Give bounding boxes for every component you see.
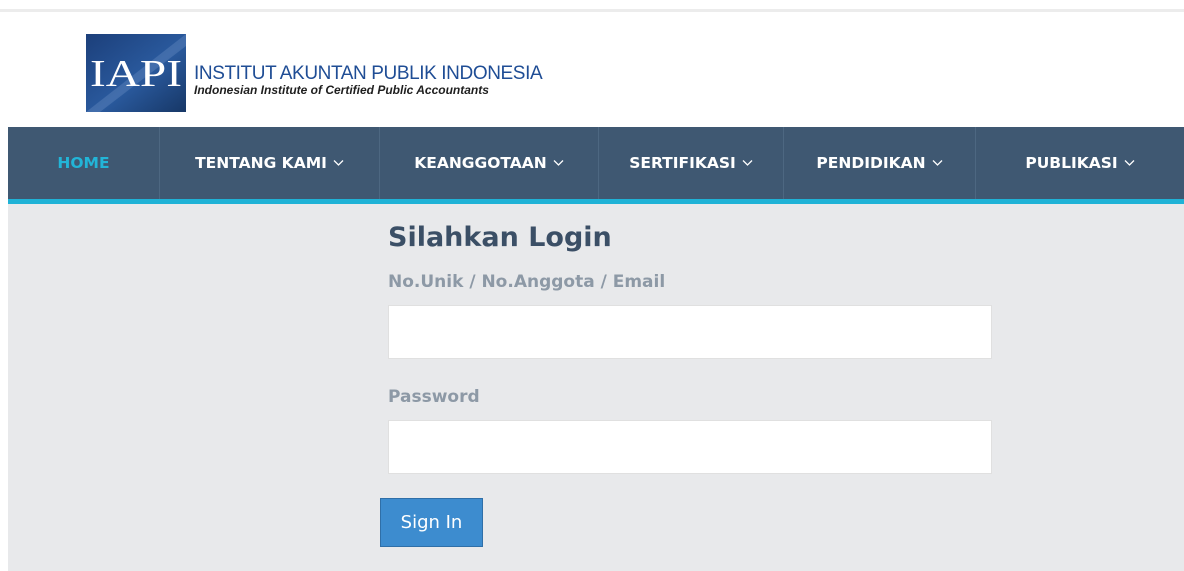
- chevron-down-icon: [932, 159, 943, 167]
- nav-item-home[interactable]: HOME: [8, 127, 160, 199]
- nav-item-label: HOME: [57, 154, 110, 172]
- nav-item-publikasi[interactable]: PUBLIKASI: [976, 127, 1184, 199]
- nav-item-sertifikasi[interactable]: SERTIFIKASI: [599, 127, 784, 199]
- nav-item-label: TENTANG KAMI: [195, 154, 327, 172]
- logo-title: INSTITUT AKUNTAN PUBLIK INDONESIA: [194, 62, 543, 84]
- sign-in-button[interactable]: Sign In: [380, 498, 483, 547]
- password-label: Password: [388, 387, 480, 407]
- iapi-emblem: IAPI: [86, 34, 186, 112]
- nav-item-tentang-kami[interactable]: TENTANG KAMI: [160, 127, 380, 199]
- site-logo[interactable]: IAPI INSTITUT AKUNTAN PUBLIK INDONESIA I…: [86, 34, 543, 112]
- nav-item-pendidikan[interactable]: PENDIDIKAN: [784, 127, 976, 199]
- top-divider: [0, 9, 1184, 12]
- nav-item-label: KEANGGOTAAN: [414, 154, 547, 172]
- nav-item-keanggotaan[interactable]: KEANGGOTAAN: [380, 127, 599, 199]
- username-input[interactable]: [388, 305, 992, 359]
- password-input[interactable]: [388, 420, 992, 474]
- page-title: Silahkan Login: [388, 222, 612, 253]
- logo-mark-text: IAPI: [90, 53, 182, 95]
- login-section: Silahkan Login No.Unik / No.Anggota / Em…: [8, 204, 1184, 571]
- nav-item-label: PUBLIKASI: [1025, 154, 1118, 172]
- main-navigation: HOME TENTANG KAMI KEANGGOTAAN SERTIFIKAS…: [8, 127, 1184, 204]
- chevron-down-icon: [553, 159, 564, 167]
- chevron-down-icon: [333, 159, 344, 167]
- logo-subtitle: Indonesian Institute of Certified Public…: [194, 82, 489, 97]
- chevron-down-icon: [1124, 159, 1135, 167]
- nav-item-label: PENDIDIKAN: [816, 154, 926, 172]
- nav-item-label: SERTIFIKASI: [629, 154, 736, 172]
- chevron-down-icon: [742, 159, 753, 167]
- username-label: No.Unik / No.Anggota / Email: [388, 272, 666, 292]
